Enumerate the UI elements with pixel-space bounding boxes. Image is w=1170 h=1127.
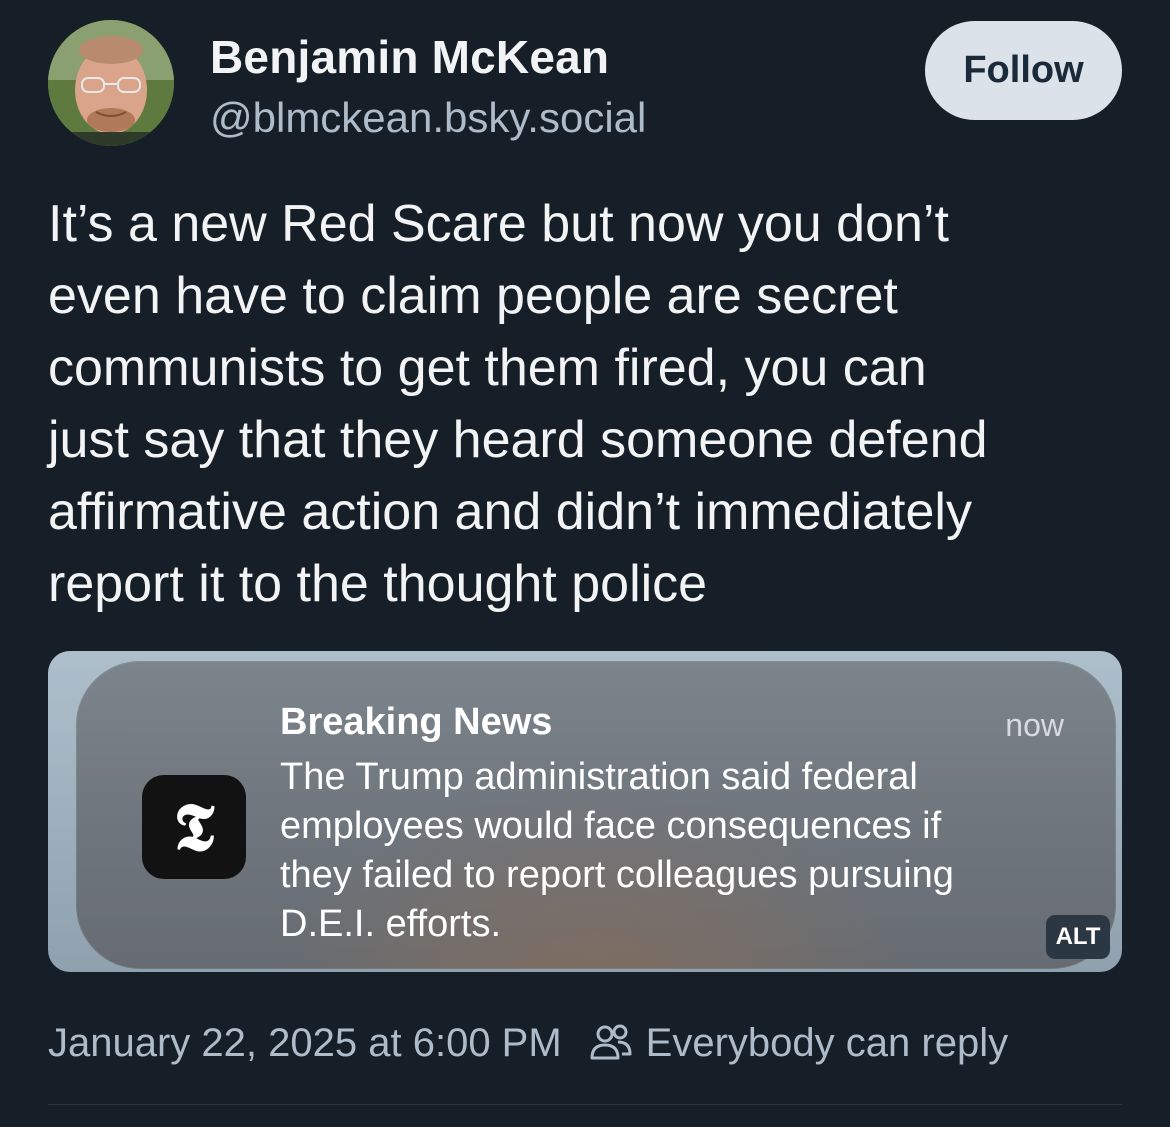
- post-text: It’s a new Red Scare but now you don’t e…: [48, 195, 988, 613]
- post-timestamp: January 22, 2025 at 6:00 PM: [48, 1020, 562, 1065]
- notification-card: 𝕿 Breaking News now The Trump administra…: [76, 661, 1116, 969]
- notification-time: now: [1005, 707, 1064, 743]
- nyt-logo-glyph: 𝕿: [173, 788, 215, 866]
- avatar[interactable]: [48, 20, 174, 146]
- alt-text-badge[interactable]: ALT: [1046, 915, 1110, 959]
- people-icon: [590, 1024, 632, 1060]
- follow-button[interactable]: Follow: [925, 21, 1122, 120]
- notification-title: Breaking News: [280, 701, 553, 743]
- author-handle[interactable]: @blmckean.bsky.social: [210, 94, 646, 142]
- author-display-name[interactable]: Benjamin McKean: [210, 30, 609, 84]
- reply-setting[interactable]: Everybody can reply: [646, 1021, 1008, 1066]
- avatar-photo: [48, 20, 174, 146]
- post-meta: January 22, 2025 at 6:00 PM Everybody ca…: [48, 1020, 1008, 1066]
- embedded-image[interactable]: 𝕿 Breaking News now The Trump administra…: [48, 651, 1122, 972]
- divider: [48, 1104, 1122, 1105]
- nyt-app-icon: 𝕿: [142, 775, 246, 879]
- post: Benjamin McKean @blmckean.bsky.social Fo…: [0, 0, 1170, 1127]
- notification-body: The Trump administration said federal em…: [280, 756, 954, 945]
